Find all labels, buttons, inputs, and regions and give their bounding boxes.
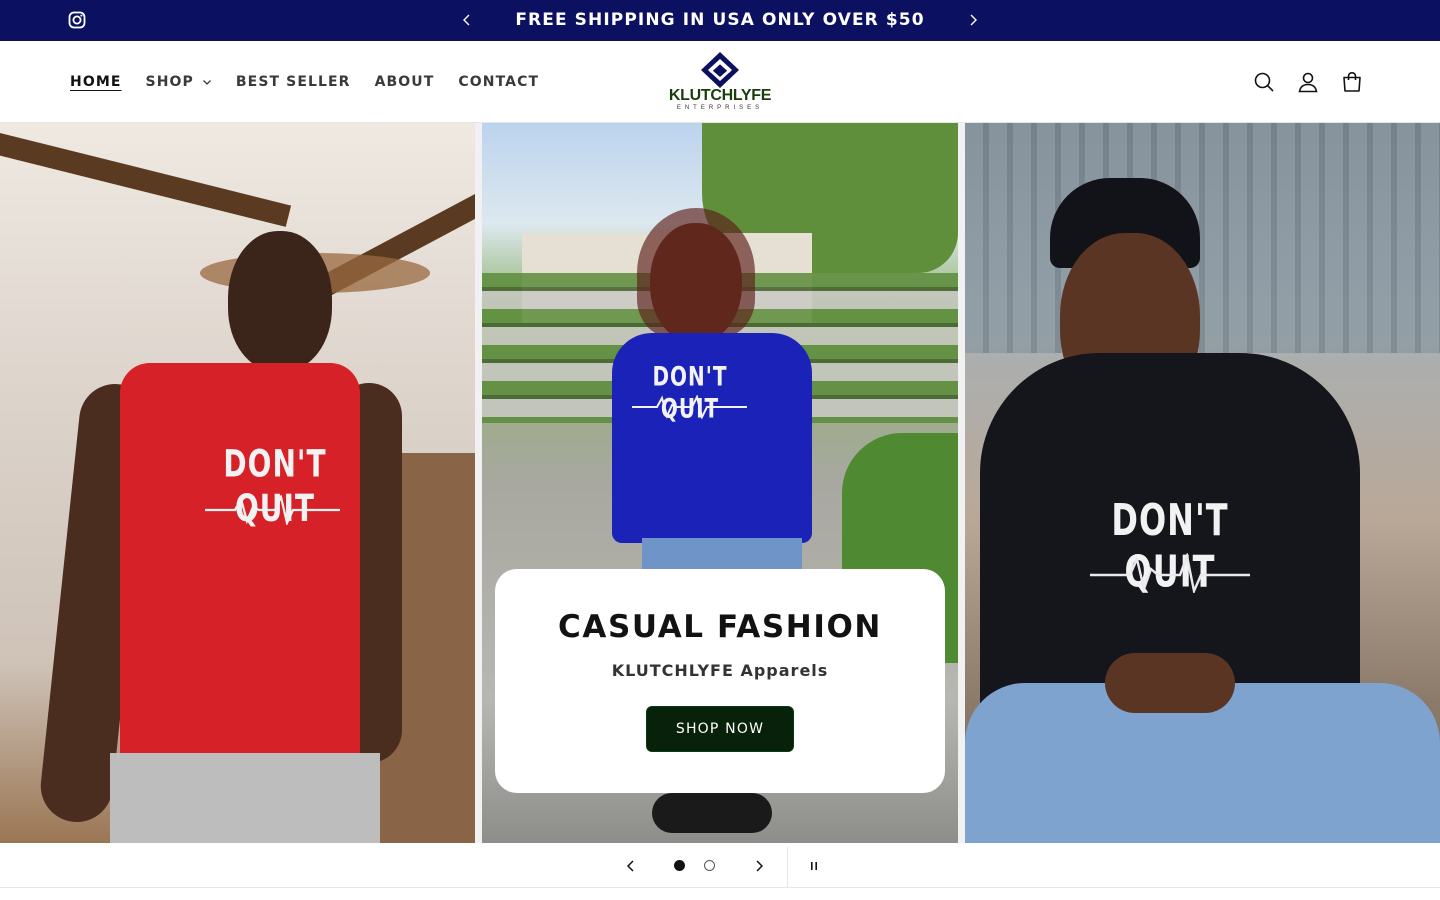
- logo-emblem-icon: [701, 52, 739, 88]
- nav-contact[interactable]: CONTACT: [458, 74, 539, 90]
- panel-divider: [958, 123, 965, 843]
- hero-image-3: DON'T QUIT: [965, 123, 1440, 843]
- nav-about[interactable]: ABOUT: [375, 74, 435, 90]
- site-header: HOME SHOP BEST SELLER ABOUT CONTACT KLUT…: [0, 41, 1440, 123]
- hero-slideshow: DON'T QUIT DON'T QUIT DON'T QUIT CASUAL …: [0, 123, 1440, 843]
- ceiling-beam: [0, 133, 292, 227]
- hand: [1105, 653, 1235, 713]
- panel-divider: [475, 123, 482, 843]
- pants: [110, 753, 380, 843]
- pause-icon[interactable]: [805, 857, 823, 875]
- cart-icon[interactable]: [1340, 70, 1364, 94]
- shirt: [120, 363, 360, 793]
- hero-content-card: CASUAL FASHION KLUTCHLYFE Apparels SHOP …: [495, 569, 945, 793]
- heartbeat-graphic: [1090, 553, 1250, 593]
- hero-heading: CASUAL FASHION: [558, 609, 882, 645]
- slide-next-icon[interactable]: [750, 857, 768, 875]
- header-icons: [1232, 41, 1364, 123]
- controls-divider: [787, 847, 788, 888]
- slide-prev-icon[interactable]: [622, 857, 640, 875]
- slide-dot-1[interactable]: [674, 860, 685, 871]
- slider-controls: [0, 843, 1440, 888]
- person-head: [228, 231, 332, 371]
- heartbeat-graphic: [632, 395, 747, 419]
- shop-now-button[interactable]: SHOP NOW: [646, 706, 794, 752]
- fence: [965, 123, 1440, 353]
- hero-subheading: KLUTCHLYFE Apparels: [611, 661, 829, 680]
- announcement-prev-icon[interactable]: [459, 12, 475, 28]
- logo-subtitle: ENTERPRISES: [676, 105, 764, 111]
- announcement-next-icon[interactable]: [965, 12, 981, 28]
- announcement-bar: FREE SHIPPING IN USA ONLY OVER $50: [0, 0, 1440, 41]
- search-icon[interactable]: [1252, 70, 1276, 94]
- announcement-message: FREE SHIPPING IN USA ONLY OVER $50: [515, 10, 925, 30]
- heartbeat-graphic: [205, 495, 340, 525]
- account-icon[interactable]: [1296, 70, 1320, 94]
- instagram-icon[interactable]: [68, 11, 86, 29]
- slide-dot-2[interactable]: [704, 860, 715, 871]
- nav-best-seller[interactable]: BEST SELLER: [236, 74, 351, 90]
- sandals: [652, 793, 772, 833]
- site-logo[interactable]: KLUTCHLYFE ENTERPRISES: [660, 49, 780, 117]
- nav-shop[interactable]: SHOP: [146, 74, 212, 90]
- nav-home[interactable]: HOME: [70, 74, 122, 90]
- main-nav: HOME SHOP BEST SELLER ABOUT CONTACT: [70, 41, 563, 123]
- hero-image-1: DON'T QUIT: [0, 123, 475, 843]
- chevron-down-icon: [202, 80, 211, 85]
- hair: [637, 208, 755, 338]
- nav-shop-label: SHOP: [145, 74, 194, 90]
- logo-brand: KLUTCHLYFE: [668, 87, 772, 104]
